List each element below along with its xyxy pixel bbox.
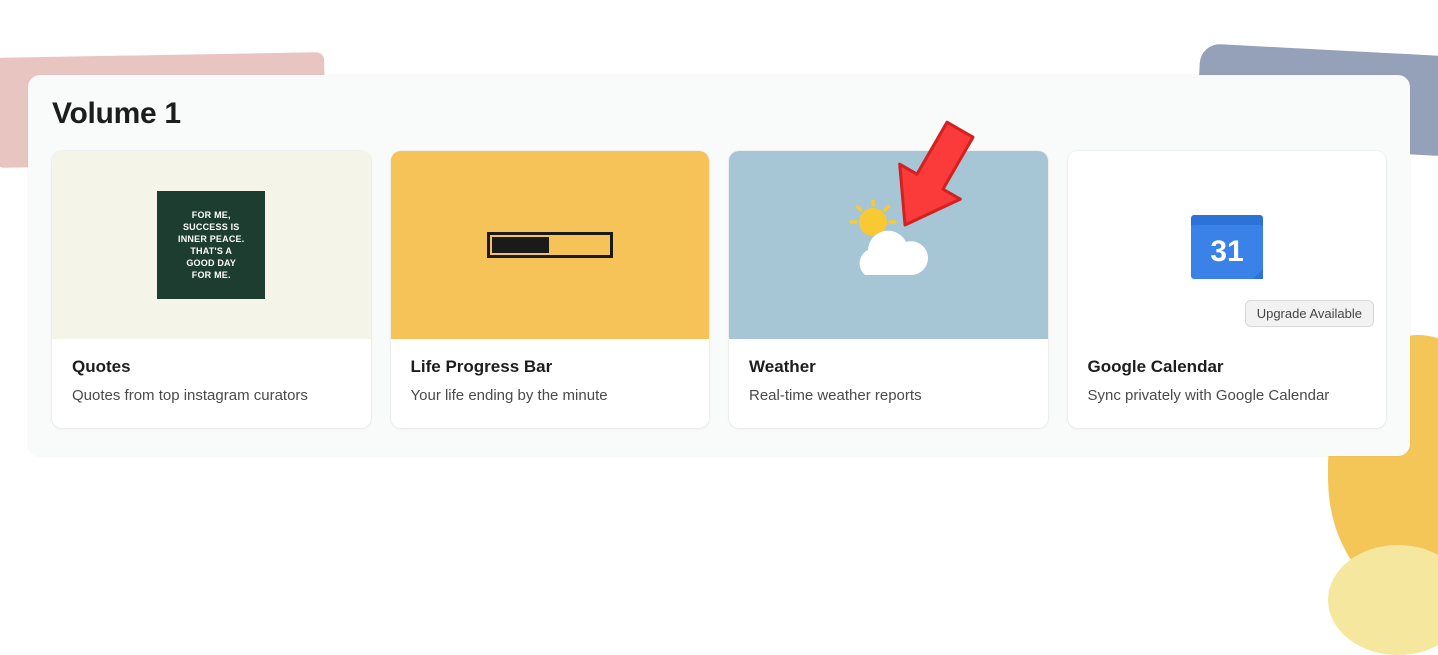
card-description: Real-time weather reports [749,385,1028,406]
progress-bar-icon [487,232,613,258]
card-body: Google Calendar Sync privately with Goog… [1068,339,1387,428]
card-title: Weather [749,357,1028,377]
card-body: Life Progress Bar Your life ending by th… [391,339,710,428]
section-title: Volume 1 [52,97,1386,131]
card-grid: FOR ME, SUCCESS IS INNER PEACE. THAT'S A… [52,151,1386,428]
card-description: Your life ending by the minute [411,385,690,406]
calendar-day: 31 [1210,235,1243,268]
card-google-calendar[interactable]: 31 Upgrade Available Google Calendar Syn… [1068,151,1387,428]
quote-box-icon: FOR ME, SUCCESS IS INNER PEACE. THAT'S A… [157,191,265,299]
calendar-icon: 31 [1183,201,1271,289]
card-life-progress[interactable]: Life Progress Bar Your life ending by th… [391,151,710,428]
card-title: Life Progress Bar [411,357,690,377]
card-body: Quotes Quotes from top instagram curator… [52,339,371,428]
card-quotes[interactable]: FOR ME, SUCCESS IS INNER PEACE. THAT'S A… [52,151,371,428]
volume-panel: Volume 1 FOR ME, SUCCESS IS INNER PEACE.… [28,75,1410,456]
card-body: Weather Real-time weather reports [729,339,1048,428]
card-calendar-image: 31 Upgrade Available [1068,151,1387,339]
progress-fill [492,237,550,253]
card-description: Sync privately with Google Calendar [1088,385,1367,406]
card-progress-image [391,151,710,339]
card-description: Quotes from top instagram curators [72,385,351,406]
card-title: Quotes [72,357,351,377]
card-weather-image [729,151,1048,339]
decorative-lemon [1328,545,1438,655]
card-quotes-image: FOR ME, SUCCESS IS INNER PEACE. THAT'S A… [52,151,371,339]
card-weather[interactable]: Weather Real-time weather reports [729,151,1048,428]
card-title: Google Calendar [1088,357,1367,377]
weather-icon [833,200,943,290]
upgrade-badge[interactable]: Upgrade Available [1245,300,1374,327]
quote-text: FOR ME, SUCCESS IS INNER PEACE. THAT'S A… [178,209,244,282]
